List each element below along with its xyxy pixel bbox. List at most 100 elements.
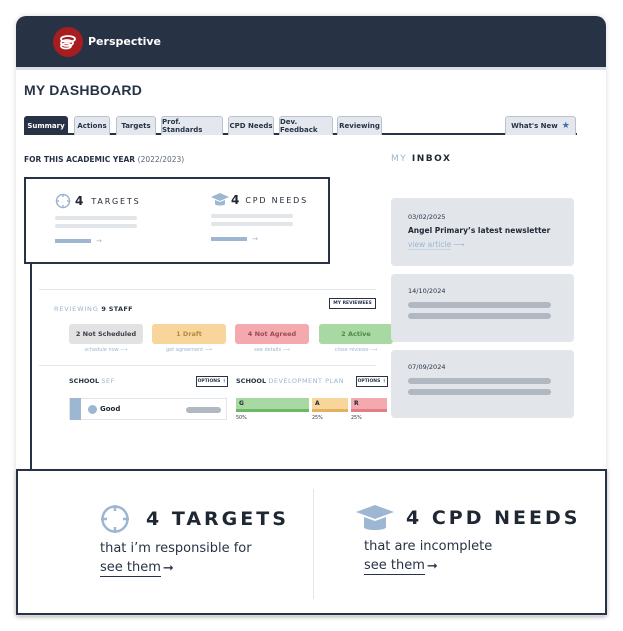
cpd-count: 4 xyxy=(231,193,240,207)
arrow-right-icon: ➞ xyxy=(426,558,438,574)
tab-reviewing[interactable]: Reviewing xyxy=(337,116,382,135)
placeholder-bar xyxy=(186,407,221,413)
sef-title-bold: SCHOOL xyxy=(69,377,100,385)
callout-cpd-subtitle: that are incomplete xyxy=(364,539,493,554)
placeholder-line xyxy=(211,214,293,218)
inbox-heading: MY INBOX xyxy=(391,154,451,164)
divider xyxy=(39,365,376,366)
summary-cpd-needs[interactable]: 4 CPD NEEDS → xyxy=(211,193,308,243)
reviewing-count: 9 STAFF xyxy=(101,305,133,313)
status-action-link[interactable]: get agreement ⟶ xyxy=(152,347,226,353)
rag-segment[interactable]: R xyxy=(351,398,387,412)
inbox-item[interactable]: 03/02/2025 Angel Primary’s latest newsle… xyxy=(391,198,574,266)
sdp-title-bold: SCHOOL xyxy=(236,377,267,385)
reviewing-label: REVIEWING xyxy=(54,305,99,313)
rag-segment[interactable]: A xyxy=(312,398,348,412)
tab-cpd-needs[interactable]: CPD Needs xyxy=(228,116,274,135)
page-title: MY DASHBOARD xyxy=(24,82,143,98)
see-cpd-label: see them xyxy=(364,558,425,575)
school-sef-heading: SCHOOL SEF xyxy=(69,377,115,385)
see-cpd-link[interactable]: see them ➞ xyxy=(364,558,438,575)
arrow-right-icon: → xyxy=(252,235,258,243)
sef-rating-card[interactable]: Good xyxy=(69,398,227,420)
arrow-right-icon: ⟶ xyxy=(453,240,465,249)
status-pill[interactable]: 4 Not Agreed xyxy=(235,324,309,344)
see-targets-link[interactable]: see them ➞ xyxy=(100,560,174,577)
crosshair-icon xyxy=(101,505,129,533)
summary-targets[interactable]: 4 TARGETS → xyxy=(55,193,140,245)
cpd-link[interactable]: → xyxy=(211,235,308,243)
sef-rating: Good xyxy=(100,405,121,413)
placeholder-line xyxy=(408,302,551,308)
graduation-cap-icon xyxy=(211,193,229,206)
placeholder-line xyxy=(55,216,137,220)
star-icon: ★ xyxy=(561,121,570,131)
status-action-link[interactable]: close reviews ⟶ xyxy=(319,347,393,353)
inbox-item[interactable]: 14/10/2024 xyxy=(391,274,574,342)
divider xyxy=(39,289,376,290)
rag-segment[interactable]: G xyxy=(236,398,309,412)
view-article-link[interactable]: view article ⟶ xyxy=(408,240,465,250)
view-article-label: view article xyxy=(408,240,452,250)
tab-dev-feedback[interactable]: Dev. Feedback xyxy=(279,116,333,135)
status-pill[interactable]: 1 Draft xyxy=(152,324,226,344)
reviewing-heading: REVIEWING 9 STAFF xyxy=(54,305,133,313)
targets-link[interactable]: → xyxy=(55,237,140,245)
status-action-link[interactable]: see details ⟶ xyxy=(235,347,309,353)
graduation-cap-icon xyxy=(356,505,394,530)
tab-summary[interactable]: Summary xyxy=(24,116,68,135)
app-header: Perspective xyxy=(16,16,606,70)
inbox-heading-my: MY xyxy=(391,154,408,164)
sdp-title-light: DEVELOPMENT PLAN xyxy=(268,377,345,385)
callout-targets: 4 TARGETS that i’m responsible for see t… xyxy=(100,504,289,577)
tab-targets[interactable]: Targets xyxy=(116,116,156,135)
summary-highlight-box: 4 TARGETS → 4 CPD NEEDS → xyxy=(24,177,330,264)
brand-name: Perspective xyxy=(88,35,162,48)
zoomed-summary-callout: 4 TARGETS that i’m responsible for see t… xyxy=(16,469,607,615)
tab-prof-standards[interactable]: Prof. Standards xyxy=(161,116,223,135)
status-pill[interactable]: 2 Active xyxy=(319,324,393,344)
status-pill[interactable]: 2 Not Scheduled xyxy=(69,324,143,344)
status-action-link[interactable]: schedule now ⟶ xyxy=(69,347,143,353)
callout-connector-line xyxy=(30,235,32,469)
tab-actions[interactable]: Actions xyxy=(74,116,110,135)
whats-new-button[interactable]: What's New ★ xyxy=(505,116,576,135)
sef-stripe xyxy=(70,398,81,420)
sef-title-light: SEF xyxy=(101,377,115,385)
crosshair-icon xyxy=(55,193,71,209)
perspective-logo-icon[interactable] xyxy=(53,26,83,57)
callout-targets-heading: 4 TARGETS xyxy=(146,508,289,530)
arrow-right-icon: → xyxy=(96,237,102,245)
callout-cpd-needs: 4 CPD NEEDS that are incomplete see them… xyxy=(356,504,580,575)
targets-count: 4 xyxy=(75,194,84,208)
placeholder-line xyxy=(408,378,551,384)
divider xyxy=(313,489,314,599)
rag-percent: 25% xyxy=(312,416,323,421)
whats-new-label: What's New xyxy=(511,122,558,130)
placeholder-line xyxy=(408,389,551,395)
inbox-item-date: 03/02/2025 xyxy=(408,213,446,221)
academic-year-value: (2022/2023) xyxy=(137,155,185,164)
cpd-label: CPD NEEDS xyxy=(245,195,309,205)
rag-percent: 25% xyxy=(351,416,362,421)
callout-targets-subtitle: that i’m responsible for xyxy=(100,541,252,556)
academic-year-label: FOR THIS ACADEMIC YEAR xyxy=(24,155,136,164)
inbox-item-title: Angel Primary’s latest newsletter xyxy=(408,226,551,235)
tab-bar: Summary Actions Targets Prof. Standards … xyxy=(24,114,577,135)
inbox-item-date: 14/10/2024 xyxy=(408,287,446,295)
sef-options-button[interactable]: OPTIONS ⋮ xyxy=(196,376,228,387)
placeholder-line xyxy=(408,313,551,319)
rating-dot-icon xyxy=(88,405,97,414)
my-reviewees-button[interactable]: MY REVIEWEES xyxy=(329,298,376,309)
sdp-options-button[interactable]: OPTIONS ⋮ xyxy=(356,376,388,387)
callout-cpd-heading: 4 CPD NEEDS xyxy=(406,507,581,529)
arrow-right-icon: ➞ xyxy=(162,560,174,576)
see-targets-label: see them xyxy=(100,560,161,577)
placeholder-line xyxy=(55,224,137,228)
inbox-item[interactable]: 07/09/2024 xyxy=(391,350,574,418)
school-dev-plan-heading: SCHOOL DEVELOPMENT PLAN xyxy=(236,377,344,385)
targets-label: TARGETS xyxy=(91,196,141,206)
inbox-heading-inbox: INBOX xyxy=(411,154,452,164)
academic-year-heading: FOR THIS ACADEMIC YEAR (2022/2023) xyxy=(24,155,184,164)
placeholder-line xyxy=(211,222,293,226)
